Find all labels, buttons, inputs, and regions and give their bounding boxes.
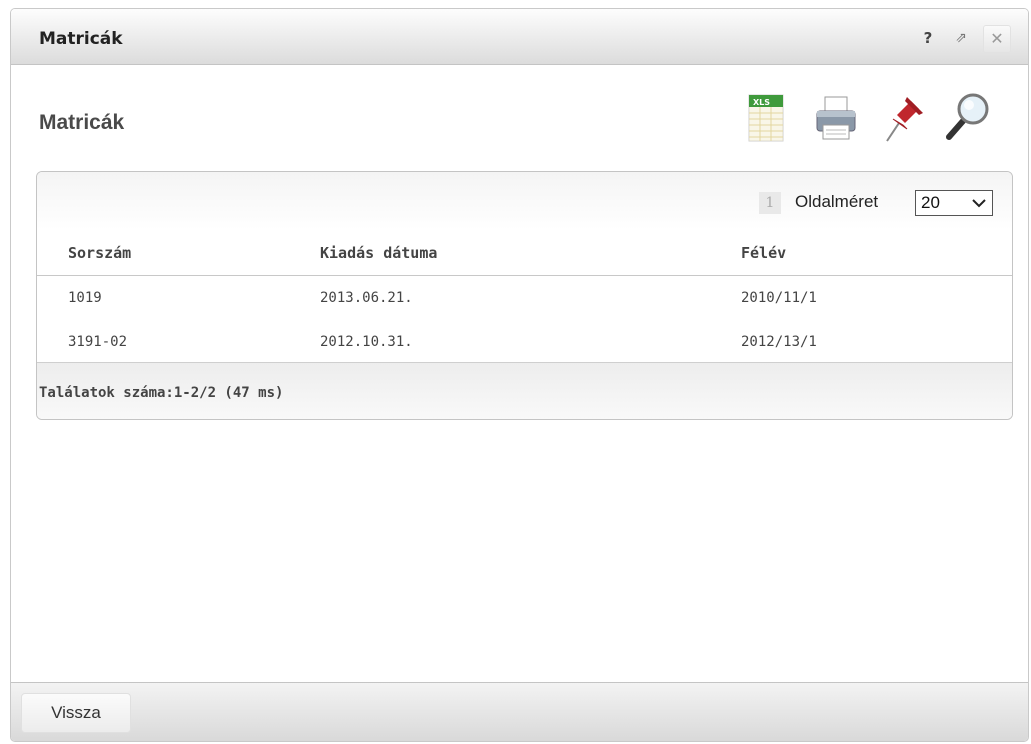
pin-icon[interactable] bbox=[877, 85, 929, 153]
bottom-bar: Vissza bbox=[11, 682, 1028, 741]
print-icon[interactable] bbox=[809, 85, 861, 153]
page-size-select[interactable]: 20 bbox=[915, 190, 993, 216]
table-cell: 2012.10.31. bbox=[320, 334, 413, 350]
dialog-window: Matricák ? ⇗ ✕ Matricák XLS 1 Oldalméret… bbox=[10, 8, 1029, 742]
page-size-value: 20 bbox=[921, 193, 940, 212]
search-icon[interactable] bbox=[941, 85, 993, 153]
page-title: Matricák bbox=[39, 111, 125, 134]
help-icon[interactable]: ? bbox=[916, 27, 940, 49]
window-title: Matricák bbox=[39, 29, 123, 49]
xls-badge: XLS bbox=[753, 98, 770, 107]
title-bar: Matricák ? ⇗ ✕ bbox=[11, 9, 1028, 65]
table-cell: 2010/11/1 bbox=[741, 290, 817, 306]
grid-toolbar: 1 Oldalméret 20 bbox=[37, 172, 1012, 230]
page-number-button[interactable]: 1 bbox=[759, 192, 781, 214]
column-header-felev[interactable]: Félév bbox=[741, 244, 786, 262]
back-button[interactable]: Vissza bbox=[21, 693, 131, 733]
xls-export-icon[interactable]: XLS bbox=[739, 85, 791, 153]
popout-icon[interactable]: ⇗ bbox=[949, 27, 973, 49]
close-icon[interactable]: ✕ bbox=[983, 25, 1011, 53]
table-cell: 2013.06.21. bbox=[320, 290, 413, 306]
grid-footer: Találatok száma:1-2/2 (47 ms) bbox=[37, 362, 1012, 419]
header-divider bbox=[37, 275, 1012, 276]
column-header-kiadas-datuma[interactable]: Kiadás dátuma bbox=[320, 244, 437, 262]
chevron-down-icon bbox=[972, 199, 986, 208]
page-size-label: Oldalméret bbox=[795, 192, 879, 211]
result-count: Találatok száma:1-2/2 (47 ms) bbox=[39, 385, 284, 401]
table-cell: 3191-02 bbox=[68, 334, 128, 350]
table-cell: 1019 bbox=[68, 290, 102, 306]
table-cell: 2012/13/1 bbox=[741, 334, 817, 350]
results-grid: 1 Oldalméret 20 Sorszám Kiadás dátuma Fé… bbox=[36, 171, 1013, 420]
column-header-sorszam[interactable]: Sorszám bbox=[68, 244, 131, 262]
